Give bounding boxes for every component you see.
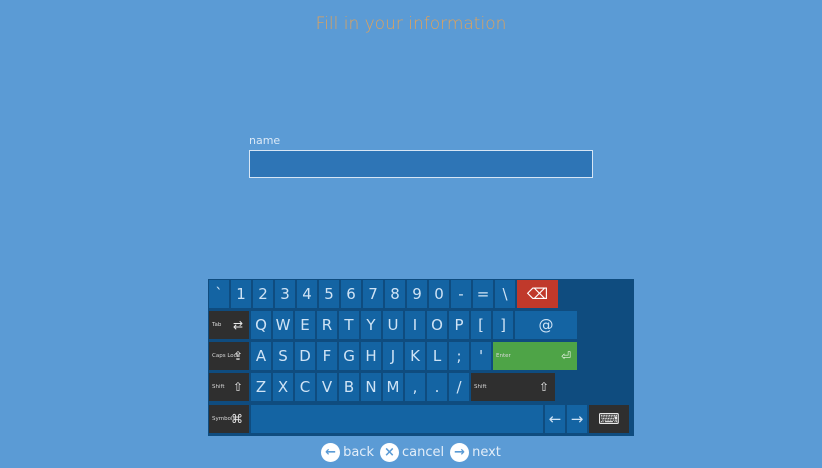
shift-left-key[interactable]: Shift ⇧	[209, 373, 249, 401]
key-i[interactable]: I	[405, 311, 425, 339]
tab-key[interactable]: Tab ⇄	[209, 311, 249, 339]
key-o[interactable]: O	[427, 311, 447, 339]
key-2[interactable]: 2	[253, 280, 273, 308]
key-6[interactable]: M	[383, 373, 403, 401]
page-title: Fill in your information	[315, 14, 507, 34]
key-2[interactable]: C	[295, 373, 315, 401]
key-2[interactable]: D	[295, 342, 315, 370]
key-][interactable]: ]	[493, 311, 513, 339]
symbols-key[interactable]: Symbols ⌘	[209, 405, 249, 433]
navigation-footer: ← back × cancel → next	[0, 443, 822, 462]
back-label: back	[343, 445, 374, 460]
next-label: next	[472, 445, 501, 460]
key-1[interactable]: X	[273, 373, 293, 401]
key-8[interactable]: L	[427, 342, 447, 370]
key-0[interactable]: Z	[251, 373, 271, 401]
key-13[interactable]: \	[495, 280, 515, 308]
tab-key-label: Tab	[212, 322, 222, 328]
key-7[interactable]: 7	[363, 280, 383, 308]
key-9[interactable]: /	[449, 373, 469, 401]
next-button[interactable]: → next	[450, 443, 501, 462]
caps-lock-key[interactable]: Caps Lock ⇪	[209, 342, 249, 370]
name-label: name	[249, 134, 281, 147]
keyboard-row-bottom: Symbols ⌘ ← → ⌨	[209, 405, 631, 433]
at-key[interactable]: @	[515, 311, 577, 339]
key-1[interactable]: S	[273, 342, 293, 370]
key-8[interactable]: .	[427, 373, 447, 401]
next-arrow-icon: →	[450, 443, 470, 462]
shift-icon: ⇧	[538, 380, 549, 394]
on-screen-keyboard: ` 1 2 3 4 5 6 7 8 9 0- = \ ⌫ Tab ⇄ Q W E R T Y U I O P[] @ Caps L…	[208, 279, 634, 436]
keyboard-row-zxcv: Shift ⇧ Z X C V B N M,. / Shift ⇧	[209, 373, 557, 401]
name-input[interactable]	[249, 150, 593, 178]
key-3[interactable]: F	[317, 342, 337, 370]
key-7[interactable]: K	[405, 342, 425, 370]
caps-lock-icon: ⇪	[232, 349, 243, 363]
shift-right-key[interactable]: Shift ⇧	[471, 373, 555, 401]
shift-left-key-label: Shift	[212, 384, 225, 390]
key-0[interactable]: `	[209, 280, 229, 308]
key-10[interactable]: '	[471, 342, 491, 370]
tab-arrows-icon: ⇄	[232, 318, 243, 332]
key-5[interactable]: 5	[319, 280, 339, 308]
key-8[interactable]: 8	[385, 280, 405, 308]
key-10[interactable]: 0	[429, 280, 449, 308]
key-3[interactable]: V	[317, 373, 337, 401]
key-1[interactable]: 1	[231, 280, 251, 308]
back-button[interactable]: ← back	[321, 443, 374, 462]
key-e[interactable]: E	[295, 311, 315, 339]
key-12[interactable]: =	[473, 280, 493, 308]
key-4[interactable]: G	[339, 342, 359, 370]
keyboard-row-qwerty: Tab ⇄ Q W E R T Y U I O P[] @	[209, 311, 579, 339]
key-7[interactable]: ,	[405, 373, 425, 401]
key-9[interactable]: ;	[449, 342, 469, 370]
shift-icon: ⇧	[232, 380, 243, 394]
key-q[interactable]: Q	[251, 311, 271, 339]
cancel-button[interactable]: × cancel	[379, 443, 445, 462]
key-11[interactable]: -	[451, 280, 471, 308]
key-5[interactable]: H	[361, 342, 381, 370]
key-0[interactable]: A	[251, 342, 271, 370]
command-icon: ⌘	[231, 412, 243, 426]
key-4[interactable]: 4	[297, 280, 317, 308]
key-6[interactable]: J	[383, 342, 403, 370]
right-arrow-key[interactable]: →	[567, 405, 587, 433]
key-5[interactable]: N	[361, 373, 381, 401]
keyboard-row-asdf: Caps Lock ⇪ A S D F G H J K L; ' Enter ⏎	[209, 342, 579, 370]
key-4[interactable]: B	[339, 373, 359, 401]
enter-key-label: Enter	[496, 353, 511, 359]
key-[[interactable]: [	[471, 311, 491, 339]
key-u[interactable]: U	[383, 311, 403, 339]
key-t[interactable]: T	[339, 311, 359, 339]
back-arrow-icon: ←	[321, 443, 341, 462]
keyboard-row-numbers: ` 1 2 3 4 5 6 7 8 9 0- = \ ⌫	[209, 280, 560, 308]
key-6[interactable]: 6	[341, 280, 361, 308]
enter-key[interactable]: Enter ⏎	[493, 342, 577, 370]
backspace-key[interactable]: ⌫	[517, 280, 558, 308]
key-9[interactable]: 9	[407, 280, 427, 308]
left-arrow-key[interactable]: ←	[545, 405, 565, 433]
key-y[interactable]: Y	[361, 311, 381, 339]
cancel-x-icon: ×	[379, 443, 399, 462]
hide-keyboard-key[interactable]: ⌨	[589, 405, 629, 433]
key-3[interactable]: 3	[275, 280, 295, 308]
key-p[interactable]: P	[449, 311, 469, 339]
key-w[interactable]: W	[273, 311, 293, 339]
cancel-label: cancel	[401, 445, 445, 460]
space-bar[interactable]	[251, 405, 543, 433]
key-r[interactable]: R	[317, 311, 337, 339]
enter-icon: ⏎	[560, 349, 571, 363]
shift-right-key-label: Shift	[474, 384, 487, 390]
